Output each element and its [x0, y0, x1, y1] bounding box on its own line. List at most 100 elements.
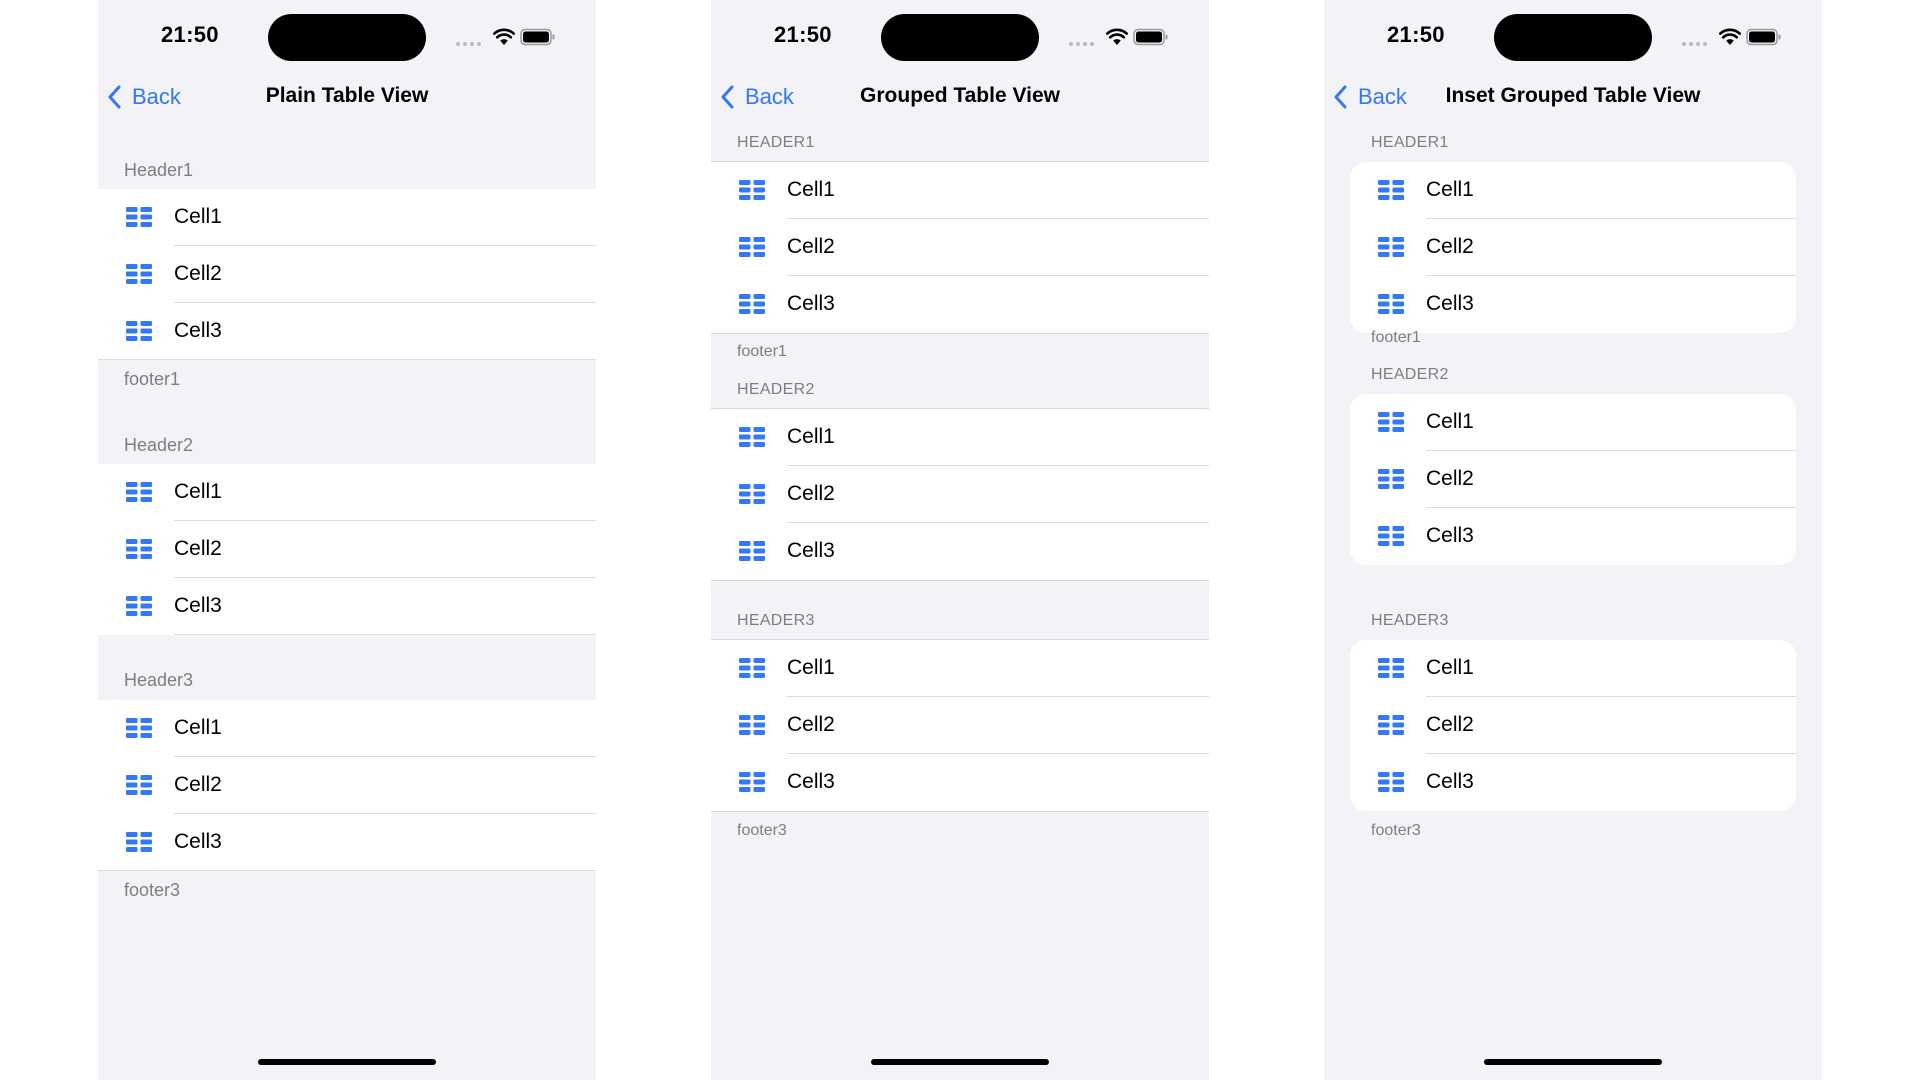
table-cell[interactable]: Cell3: [98, 814, 596, 871]
table-cell[interactable]: Cell3: [1350, 754, 1796, 811]
table-section: Cell1 Cell2 Cell3: [711, 639, 1209, 812]
nav-title: Inset Grouped Table View: [1445, 84, 1701, 107]
table-grid-icon: [126, 539, 152, 559]
table-section: Cell1 Cell2 Cell3: [1350, 640, 1796, 811]
table-cell[interactable]: Cell3: [1350, 508, 1796, 565]
table-grid-icon: [126, 596, 152, 616]
wifi-icon: [1106, 28, 1128, 45]
cell-label: Cell1: [174, 480, 222, 503]
section-footer: footer1: [737, 343, 787, 360]
home-indicator[interactable]: [871, 1059, 1049, 1065]
table-cell[interactable]: Cell1: [711, 640, 1209, 697]
cellular-signal-icon: [1682, 40, 1708, 46]
table-grid-icon: [739, 772, 765, 792]
cell-label: Cell2: [787, 482, 835, 505]
section-header: Header3: [124, 670, 194, 690]
table-grid-icon: [126, 207, 152, 227]
table-cell[interactable]: Cell1: [711, 409, 1209, 466]
section-header: Header1: [737, 134, 815, 151]
cell-label: Cell1: [1426, 656, 1474, 679]
table-cell[interactable]: Cell2: [711, 466, 1209, 523]
separator: [98, 359, 596, 360]
table-grid-icon: [739, 237, 765, 257]
section-header: Header1: [124, 160, 194, 180]
table-grid-icon: [1378, 658, 1404, 678]
table-section: Cell1 Cell2 Cell3: [711, 161, 1209, 334]
section-footer: footer1: [1371, 329, 1421, 346]
section-footer: footer3: [737, 822, 787, 839]
dynamic-island: [881, 14, 1039, 61]
separator: [174, 634, 596, 635]
table-cell[interactable]: Cell1: [98, 464, 596, 521]
cell-label: Cell2: [1426, 467, 1474, 490]
table-grid-icon: [739, 427, 765, 447]
table-cell[interactable]: Cell2: [1350, 451, 1796, 508]
table-grid-icon: [1378, 180, 1404, 200]
table-section: Cell1 Cell2 Cell3: [1350, 162, 1796, 333]
table-cell[interactable]: Cell1: [98, 700, 596, 757]
table-cell[interactable]: Cell3: [98, 303, 596, 360]
cell-label: Cell3: [174, 594, 222, 617]
home-indicator[interactable]: [1484, 1059, 1662, 1065]
section-header: Header3: [737, 612, 815, 629]
table-cell[interactable]: Cell2: [1350, 697, 1796, 754]
nav-title: Plain Table View: [265, 84, 429, 107]
table-grid-icon: [126, 321, 152, 341]
cell-label: Cell2: [174, 773, 222, 796]
table-cell[interactable]: Cell3: [98, 578, 596, 635]
table-cell[interactable]: Cell2: [711, 697, 1209, 754]
table-cell[interactable]: Cell2: [711, 219, 1209, 276]
table-cell[interactable]: Cell2: [1350, 219, 1796, 276]
table-grid-icon: [739, 180, 765, 200]
dynamic-island: [1494, 14, 1652, 61]
cell-label: Cell1: [174, 205, 222, 228]
phone-inset-grouped-table-view: 21:50 Back Inset Grouped Table View Head…: [1324, 0, 1822, 1080]
cell-label: Cell2: [1426, 235, 1474, 258]
table-cell[interactable]: Cell1: [711, 162, 1209, 219]
nav-title: Grouped Table View: [860, 84, 1060, 107]
dynamic-island: [268, 14, 426, 61]
cell-label: Cell2: [787, 235, 835, 258]
table-cell[interactable]: Cell3: [711, 754, 1209, 811]
cell-label: Cell2: [787, 713, 835, 736]
cell-label: Cell1: [1426, 410, 1474, 433]
section-footer: footer3: [1371, 822, 1421, 839]
table-grid-icon: [1378, 526, 1404, 546]
table-cell[interactable]: Cell1: [1350, 394, 1796, 451]
table-grid-icon: [126, 264, 152, 284]
section-header: Header2: [1371, 366, 1449, 383]
table-grid-icon: [1378, 715, 1404, 735]
home-indicator[interactable]: [258, 1059, 436, 1065]
phone-grouped-table-view: 21:50 Back Grouped Table View Header1 Ce…: [711, 0, 1209, 1080]
status-time: 21:50: [161, 22, 219, 47]
section-header: Header2: [124, 435, 194, 455]
cell-label: Cell1: [787, 178, 835, 201]
table-grid-icon: [739, 541, 765, 561]
section-header: Header3: [1371, 612, 1449, 629]
phone-plain-table-view: 21:50 Back Plain Table View Header1 Cell…: [98, 0, 596, 1080]
cell-label: Cell3: [787, 770, 835, 793]
table-cell[interactable]: Cell3: [711, 276, 1209, 333]
table-cell[interactable]: Cell1: [1350, 162, 1796, 219]
cell-label: Cell1: [1426, 178, 1474, 201]
table-cell[interactable]: Cell1: [1350, 640, 1796, 697]
table-grid-icon: [739, 658, 765, 678]
cell-label: Cell3: [787, 292, 835, 315]
table-grid-icon: [126, 718, 152, 738]
wifi-icon: [493, 28, 515, 45]
table-grid-icon: [126, 832, 152, 852]
table-cell[interactable]: Cell1: [98, 189, 596, 246]
table-section: Cell1 Cell2 Cell3: [98, 700, 596, 871]
table-grid-icon: [1378, 294, 1404, 314]
cell-label: Cell1: [787, 656, 835, 679]
table-cell[interactable]: Cell2: [98, 521, 596, 578]
cell-label: Cell3: [1426, 524, 1474, 547]
table-cell[interactable]: Cell3: [1350, 276, 1796, 333]
battery-icon: [520, 28, 555, 46]
cellular-signal-icon: [456, 40, 482, 46]
table-cell[interactable]: Cell2: [98, 246, 596, 303]
battery-icon: [1133, 28, 1168, 46]
table-section: Cell1 Cell2 Cell3: [98, 189, 596, 360]
table-cell[interactable]: Cell2: [98, 757, 596, 814]
table-cell[interactable]: Cell3: [711, 523, 1209, 580]
